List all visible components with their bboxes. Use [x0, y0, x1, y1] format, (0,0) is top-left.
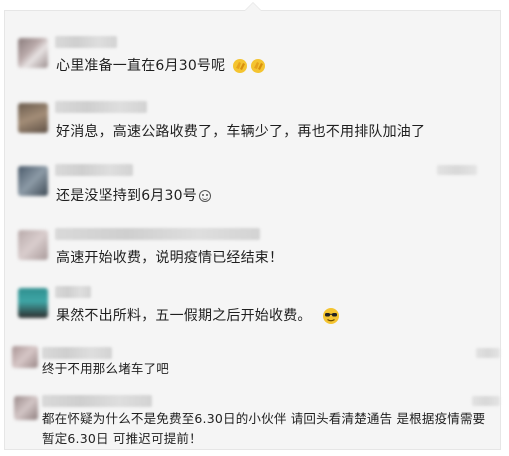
username[interactable]: [42, 347, 112, 359]
comment-date: [472, 396, 500, 406]
avatar[interactable]: [18, 288, 48, 318]
avatar[interactable]: [18, 230, 48, 260]
comment-text: 心里准备一直在6月30号呢: [56, 55, 266, 75]
comment-text-body: 高速开始收费，说明疫情已经结束！: [56, 250, 284, 266]
comment-text: 终于不用那么堵车了吧: [42, 359, 169, 379]
comment-date: [437, 165, 477, 175]
username[interactable]: [55, 164, 133, 176]
sunglasses-face-icon: [323, 308, 340, 324]
comment-text: 都在怀疑为什么不是免费至6.30日的小伙伴 请回头看清楚通告 是根据疫情需要暂定…: [42, 409, 494, 449]
comment-text-body: 还是没坚持到6月30号: [56, 188, 197, 204]
username[interactable]: [55, 286, 91, 298]
username[interactable]: [55, 228, 260, 240]
comment-text: 高速开始收费，说明疫情已经结束！: [56, 247, 283, 267]
bubble-arrow-fill: [245, 3, 261, 11]
comment-date: [476, 348, 500, 358]
avatar[interactable]: [12, 346, 38, 368]
smiley-face-icon: [198, 190, 211, 202]
comment-text-body: 果然不出所料，五一假期之后开始收费。: [56, 308, 312, 324]
comment-text-body: 好消息，高速公路收费了，车辆少了，再也不用排队加油了: [56, 124, 426, 140]
username[interactable]: [42, 395, 152, 407]
avatar[interactable]: [18, 38, 48, 68]
clapping-hands-icon: [232, 59, 247, 73]
username[interactable]: [55, 36, 117, 48]
comment-text: 果然不出所料，五一假期之后开始收费。: [56, 305, 340, 325]
comment-text: 好消息，高速公路收费了，车辆少了，再也不用排队加油了: [56, 121, 425, 141]
comment-text: 还是没坚持到6月30号: [56, 185, 211, 205]
comment-text-body: 心里准备一直在6月30号呢: [56, 58, 226, 74]
avatar[interactable]: [14, 396, 38, 420]
comment-text-body: 终于不用那么堵车了吧: [42, 361, 170, 376]
avatar[interactable]: [18, 166, 48, 196]
comment-text-body: 都在怀疑为什么不是免费至6.30日的小伙伴 请回头看清楚通告 是根据疫情需要暂定…: [42, 411, 486, 446]
avatar[interactable]: [18, 103, 48, 133]
clapping-hands-icon: [250, 59, 265, 73]
username[interactable]: [55, 101, 147, 113]
